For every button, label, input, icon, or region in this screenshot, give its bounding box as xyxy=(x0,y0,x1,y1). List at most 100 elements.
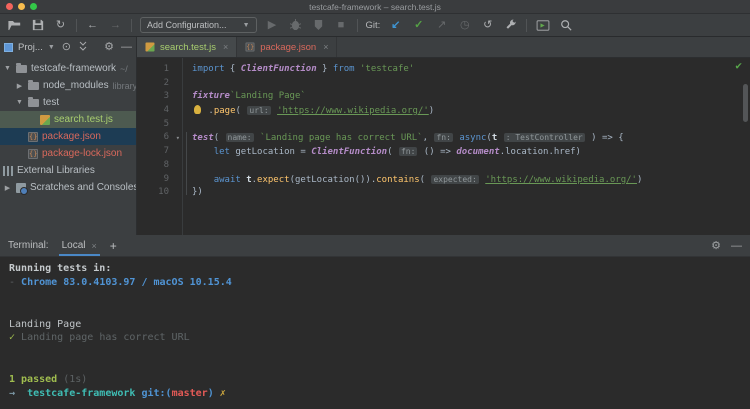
code-token: (getLocation()). xyxy=(289,174,377,185)
open-folder-icon[interactable] xyxy=(7,18,22,33)
git-commit-icon[interactable]: ✓ xyxy=(411,18,426,33)
line-number[interactable]: 5 xyxy=(137,118,169,132)
tree-item-suffix: ~/ xyxy=(120,63,128,74)
project-tool-window: Proj... ▼ ⊙ ⚙ — ▼ testcafe-framework ~/ ▶ n… xyxy=(0,37,137,235)
close-tab-icon[interactable]: × xyxy=(323,42,328,52)
synchronize-icon[interactable]: ↻ xyxy=(53,18,68,33)
tree-item-test[interactable]: ▼ test xyxy=(0,94,136,111)
expand-arrow-icon[interactable]: ▶ xyxy=(15,82,24,90)
code-token: async xyxy=(459,133,487,144)
toolbar-separator xyxy=(131,18,132,32)
debug-icon[interactable] xyxy=(288,18,303,33)
inspections-ok-icon[interactable]: ✔ xyxy=(735,59,742,73)
collapse-all-icon[interactable] xyxy=(78,41,88,54)
line-number[interactable]: 3 xyxy=(137,90,169,104)
new-terminal-tab-button[interactable]: + xyxy=(110,239,117,253)
gear-icon[interactable]: ⚙ xyxy=(711,239,721,252)
terminal-output[interactable]: Running tests in: - Chrome 83.0.4103.97 /… xyxy=(0,257,750,409)
code-token: getLocation = xyxy=(229,147,312,158)
code-line[interactable]: let getLocation = ClientFunction( fn: ()… xyxy=(192,145,750,159)
run-configuration-selector[interactable]: Add Configuration... ▼ xyxy=(140,17,257,33)
code-line[interactable]: test( name: `Landing page has correct UR… xyxy=(192,131,750,145)
code-line[interactable]: import { ClientFunction } from 'testcafe… xyxy=(192,63,750,77)
code-token: contains xyxy=(376,174,420,185)
collapse-arrow-icon[interactable]: ▼ xyxy=(15,99,24,106)
editor-tab-bar: search.test.js × package.json × xyxy=(137,37,750,58)
editor-body[interactable]: 1 2 3 4 5 6 ▾ 7 8 9 10 import { ClientFunction } f… xyxy=(137,58,750,235)
tree-item-external-libraries[interactable]: External Libraries xyxy=(0,162,136,179)
settings-wrench-icon[interactable] xyxy=(503,18,518,33)
search-everywhere-icon[interactable] xyxy=(558,18,573,33)
code-token: import xyxy=(192,64,225,74)
git-push-icon[interactable]: ↗ xyxy=(434,18,449,33)
code-line[interactable] xyxy=(192,159,750,173)
run-with-coverage-icon[interactable] xyxy=(311,18,326,33)
code-line[interactable] xyxy=(192,77,750,91)
project-view-selector[interactable]: Proj... xyxy=(18,42,43,53)
tree-item-node-modules[interactable]: ▶ node_modules library xyxy=(0,77,136,94)
collapse-arrow-icon[interactable]: ▼ xyxy=(3,65,12,72)
hide-terminal-icon[interactable]: — xyxy=(731,240,742,252)
tree-item-package-lock-json[interactable]: package-lock.json xyxy=(0,145,136,162)
run-icon[interactable]: ▶ xyxy=(265,18,280,33)
code-line[interactable] xyxy=(192,118,750,132)
tree-item-testcafe-framework[interactable]: ▼ testcafe-framework ~/ xyxy=(0,60,136,77)
code-token: .location.href) xyxy=(499,147,581,158)
fold-arrow-icon[interactable]: ▾ xyxy=(176,132,180,146)
close-icon[interactable]: × xyxy=(91,241,96,251)
git-label: Git: xyxy=(365,19,381,31)
tree-item-label: Scratches and Consoles xyxy=(30,182,136,193)
save-all-icon[interactable] xyxy=(30,18,45,33)
editor-scrollbar[interactable] xyxy=(743,84,748,122)
back-icon[interactable]: ← xyxy=(85,18,100,33)
line-number[interactable]: 9 xyxy=(137,173,169,187)
chevron-down-icon[interactable]: ▼ xyxy=(48,44,55,51)
line-number[interactable]: 4 xyxy=(137,104,169,118)
tree-item-label: package-lock.json xyxy=(42,148,123,159)
terminal-tool-window: Terminal: Local × + ⚙ — Running tests in… xyxy=(0,235,750,409)
close-tab-icon[interactable]: × xyxy=(223,42,228,52)
code-line[interactable]: }) xyxy=(192,186,750,200)
terminal-header-actions: ⚙ — xyxy=(711,239,742,253)
terminal-token: (1s) xyxy=(57,374,88,386)
line-number[interactable]: 1 xyxy=(137,63,169,77)
code-line[interactable]: fixture`Landing Page` xyxy=(192,90,750,104)
line-number[interactable]: 6 ▾ xyxy=(137,131,180,145)
stop-icon[interactable]: ■ xyxy=(334,18,349,33)
git-update-project-icon[interactable]: ↙ xyxy=(388,18,403,33)
terminal-token: Landing page has correct URL xyxy=(21,332,190,344)
line-number[interactable]: 10 xyxy=(137,186,169,200)
code-line[interactable]: await t.expect(getLocation()).contains( … xyxy=(192,173,750,187)
terminal-tab-local[interactable]: Local × xyxy=(58,235,100,256)
code-token: ( xyxy=(419,174,431,185)
line-number[interactable]: 8 xyxy=(137,159,169,173)
tree-item-scratches-and-consoles[interactable]: ▶ Scratches and Consoles xyxy=(0,179,136,196)
tree-item-search-test-js[interactable]: search.test.js xyxy=(0,111,136,128)
gear-icon[interactable]: ⚙ xyxy=(104,42,114,53)
line-number[interactable]: 2 xyxy=(137,77,169,91)
forward-icon[interactable]: → xyxy=(108,18,123,33)
tree-item-label: External Libraries xyxy=(17,165,95,176)
code-token: url: xyxy=(247,106,271,116)
history-icon[interactable]: ◷ xyxy=(457,18,472,33)
tree-item-package-json[interactable]: package.json xyxy=(0,128,136,145)
locate-file-icon[interactable]: ⊙ xyxy=(62,42,71,53)
js-test-icon xyxy=(40,114,50,125)
terminal-line: ✓ Landing page has correct URL xyxy=(9,331,741,345)
editor-tab-package-json[interactable]: package.json × xyxy=(237,37,338,57)
rollback-icon[interactable]: ↺ xyxy=(480,18,495,33)
expand-arrow-icon[interactable]: ▶ xyxy=(3,184,12,192)
scratches-icon xyxy=(16,182,28,195)
code-area[interactable]: import { ClientFunction } from 'testcafe… xyxy=(183,58,750,235)
code-token: await xyxy=(213,174,241,185)
tree-item-label: node_modules xyxy=(43,80,109,91)
code-token: , xyxy=(422,133,434,144)
line-number[interactable]: 7 xyxy=(137,145,169,159)
code-token: ( xyxy=(235,106,247,117)
run-anything-icon[interactable] xyxy=(535,18,550,33)
hide-panel-icon[interactable]: — xyxy=(121,42,132,53)
editor-tab-search-test-js[interactable]: search.test.js × xyxy=(137,37,238,57)
code-line[interactable]: .page( url: 'https://www.wikipedia.org/'… xyxy=(192,104,750,118)
